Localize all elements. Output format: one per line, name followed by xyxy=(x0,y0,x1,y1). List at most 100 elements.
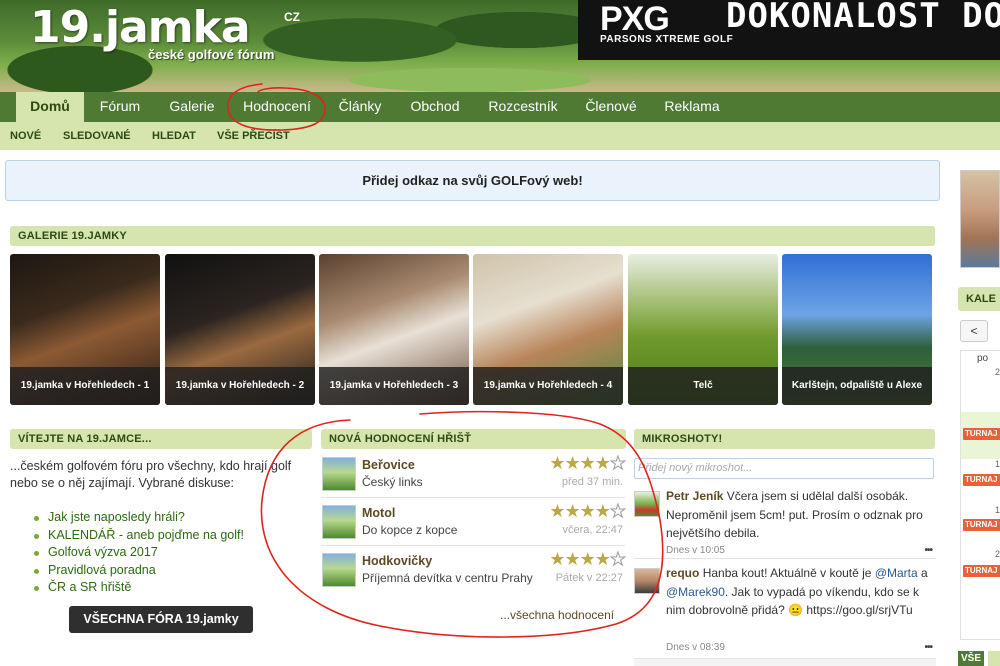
sidebar-photo[interactable] xyxy=(960,170,1000,268)
star-rating: ★★★★★ xyxy=(549,549,626,569)
gallery-caption: 19.jamka v Hořehledech - 4 xyxy=(473,367,623,405)
welcome-link[interactable]: Jak jste naposledy hráli? xyxy=(34,509,244,527)
site-header: 19.jamka CZ české golfové fórum PXG PARS… xyxy=(0,0,1000,92)
rating-title: Český links xyxy=(362,475,423,489)
rating-title: Do kopce z kopce xyxy=(362,523,458,537)
post-link[interactable]: https://goo.gl/srjVTu xyxy=(806,603,912,617)
all-ratings-link[interactable]: ...všechna hodnocení xyxy=(500,608,614,622)
gallery-item[interactable]: 19.jamka v Hořehledech - 1 xyxy=(10,254,160,405)
calendar-dayname: po xyxy=(977,353,989,364)
add-link-banner[interactable]: Přidej odkaz na svůj GOLFový web! xyxy=(5,160,940,201)
gallery-caption: 19.jamka v Hořehledech - 3 xyxy=(319,367,469,405)
course-thumbnail xyxy=(322,457,356,491)
star-rating: ★★★★★ xyxy=(549,501,626,521)
gallery-item[interactable]: Karlštejn, odpaliště u Alexe xyxy=(782,254,932,405)
ad-slogan: DOKONALOST DORA xyxy=(726,0,1000,36)
calendar-date: 2 xyxy=(995,367,1000,377)
microshot-post: requo Hanba kout! Aktuálně v koutě je @M… xyxy=(634,564,936,658)
nav-item-obchod[interactable]: Obchod xyxy=(402,92,468,122)
rating-item[interactable]: Motol Do kopce z kopce ★★★★★ včera, 22:4… xyxy=(321,501,627,546)
gallery-caption: Karlštejn, odpaliště u Alexe xyxy=(782,367,932,405)
nav-item-clenove[interactable]: Členové xyxy=(578,92,644,122)
post-text: Petr Jeník Včera jsem si udělal další os… xyxy=(666,487,934,543)
calendar-button-fragment[interactable] xyxy=(988,651,1000,666)
gallery-caption: 19.jamka v Hořehledech - 2 xyxy=(165,367,315,405)
gallery-caption: 19.jamka v Hořehledech - 1 xyxy=(10,367,160,405)
event-badge[interactable]: TURNAJ xyxy=(963,519,1000,531)
logo-cz: CZ xyxy=(284,10,300,24)
mention-link[interactable]: @Marta xyxy=(875,566,918,580)
welcome-link[interactable]: Pravidlová poradna xyxy=(34,562,244,580)
course-thumbnail xyxy=(322,505,356,539)
nav-item-reklama[interactable]: Reklama xyxy=(656,92,728,122)
post-body: Hanba kout! Aktuálně v koutě je xyxy=(702,566,872,580)
course-name[interactable]: Beřovice xyxy=(362,458,415,472)
avatar[interactable] xyxy=(634,491,660,517)
post-body: a xyxy=(921,566,928,580)
gallery-item[interactable]: 19.jamka v Hořehledech - 2 xyxy=(165,254,315,405)
calendar-all-button[interactable]: VŠE xyxy=(958,651,985,666)
calendar-prev-button[interactable]: < xyxy=(960,320,988,342)
event-badge[interactable]: TURNAJ xyxy=(963,565,1000,577)
subnav-sledovane[interactable]: SLEDOVANÉ xyxy=(63,122,131,150)
gallery-item[interactable]: 19.jamka v Hořehledech - 3 xyxy=(319,254,469,405)
subnav-nove[interactable]: NOVÉ xyxy=(10,122,41,150)
calendar-date: 1 xyxy=(995,459,1000,469)
welcome-links: Jak jste naposledy hráli? KALENDÁŘ - ane… xyxy=(34,509,244,597)
site-logo[interactable]: 19.jamka CZ české golfové fórum xyxy=(30,2,310,62)
welcome-link[interactable]: Golfová výzva 2017 xyxy=(34,544,244,562)
all-forums-button[interactable]: VŠECHNA FÓRA 19.jamky xyxy=(69,606,253,633)
welcome-link[interactable]: KALENDÁŘ - aneb pojďme na golf! xyxy=(34,527,244,545)
nav-item-galerie[interactable]: Galerie xyxy=(158,92,226,122)
course-name[interactable]: Motol xyxy=(362,506,395,520)
welcome-intro: ...českém golfovém fóru pro všechny, kdo… xyxy=(10,459,292,490)
rating-time: před 37 min. xyxy=(561,476,623,488)
rating-item[interactable]: Beřovice Český links ★★★★★ před 37 min. xyxy=(321,453,627,498)
calendar-grid: po 2 TURNAJ 1 TURNAJ 1 TURNAJ 2 TURNAJ xyxy=(960,350,1000,640)
welcome-heading: VÍTEJTE NA 19.JAMCE... xyxy=(10,429,312,449)
calendar-date: 1 xyxy=(995,505,1000,515)
nav-item-rozcestnik[interactable]: Rozcestník xyxy=(480,92,566,122)
more-options-icon[interactable]: ••• xyxy=(924,545,932,556)
sub-nav: NOVÉ SLEDOVANÉ HLEDAT VŠE PŘEČÍST xyxy=(0,122,1000,150)
gallery-caption: Telč xyxy=(628,367,778,405)
gallery-item[interactable]: Telč xyxy=(628,254,778,405)
post-text: requo Hanba kout! Aktuálně v koutě je @M… xyxy=(666,564,934,620)
logo-text: 19.jamka xyxy=(30,2,251,53)
subnav-vse-precist[interactable]: VŠE PŘEČÍST xyxy=(217,122,290,150)
ad-brand-subtitle: PARSONS XTREME GOLF xyxy=(600,34,734,45)
nav-item-clanky[interactable]: Články xyxy=(332,92,388,122)
post-time: Dnes v 10:05 xyxy=(666,545,725,556)
ratings-heading: NOVÁ HODNOCENÍ HŘIŠŤ xyxy=(321,429,626,449)
nav-item-domu[interactable]: Domů xyxy=(16,92,84,122)
post-time: Dnes v 08:39 xyxy=(666,642,725,653)
course-name[interactable]: Hodkovičky xyxy=(362,554,432,568)
post-author[interactable]: requo xyxy=(666,566,699,580)
event-badge[interactable]: TURNAJ xyxy=(963,428,1000,440)
rating-title: Příjemná devítka v centru Prahy xyxy=(362,571,533,585)
next-post-peek xyxy=(634,658,936,666)
microshot-post: Petr Jeník Včera jsem si udělal další os… xyxy=(634,487,936,559)
event-badge[interactable]: TURNAJ xyxy=(963,474,1000,486)
subnav-hledat[interactable]: HLEDAT xyxy=(152,122,196,150)
nav-item-forum[interactable]: Fórum xyxy=(86,92,154,122)
post-author[interactable]: Petr Jeník xyxy=(666,489,723,503)
rating-time: Pátek v 22:27 xyxy=(555,572,623,584)
gallery-heading: GALERIE 19.JAMKY xyxy=(10,226,935,246)
calendar-heading: KALE xyxy=(958,287,1000,311)
microshot-input[interactable]: Přidej nový mikroshot... xyxy=(634,458,934,479)
avatar[interactable] xyxy=(634,568,660,594)
rating-item[interactable]: Hodkovičky Příjemná devítka v centru Pra… xyxy=(321,549,627,594)
star-rating: ★★★★★ xyxy=(549,453,626,473)
calendar-date: 2 xyxy=(995,549,1000,559)
gallery-item[interactable]: 19.jamka v Hořehledech - 4 xyxy=(473,254,623,405)
logo-subtitle: české golfové fórum xyxy=(148,47,275,62)
more-options-icon[interactable]: ••• xyxy=(924,642,932,653)
nav-item-hodnoceni[interactable]: Hodnocení xyxy=(232,92,322,122)
welcome-link[interactable]: ČR a SR hřiště xyxy=(34,579,244,597)
course-thumbnail xyxy=(322,553,356,587)
mention-link[interactable]: @Marek90 xyxy=(666,585,725,599)
rating-time: včera, 22:47 xyxy=(562,524,623,536)
pxg-ad-banner[interactable]: PXG PARSONS XTREME GOLF DOKONALOST DORA xyxy=(578,0,1000,60)
microshots-heading: MIKROSHOTY! xyxy=(634,429,935,449)
